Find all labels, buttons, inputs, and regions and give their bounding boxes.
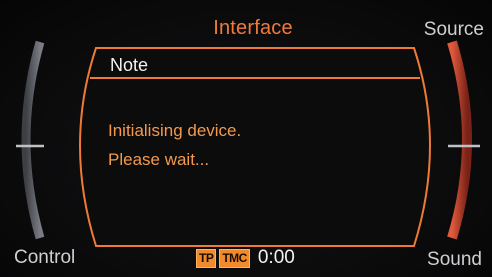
sound-button[interactable]: Sound — [427, 249, 482, 271]
screen-title: Interface — [213, 17, 293, 39]
dialog-message-line2: Please wait... — [108, 150, 210, 169]
status-bar: TP TMC 0:00 — [196, 247, 295, 269]
left-control-arc — [21, 40, 45, 240]
tp-badge: TP — [196, 248, 217, 268]
control-button[interactable]: Control — [14, 247, 75, 269]
dialog-message-line1: Initialising device. — [108, 121, 242, 140]
clock: 0:00 — [257, 247, 295, 268]
display-frame — [16, 40, 480, 247]
tmc-badge: TMC — [219, 248, 250, 268]
mmi-screen: Interface Source Note Initialising devic… — [0, 0, 492, 277]
dialog-title: Note — [110, 55, 149, 75]
right-arc — [447, 40, 472, 240]
source-button[interactable]: Source — [424, 19, 484, 41]
